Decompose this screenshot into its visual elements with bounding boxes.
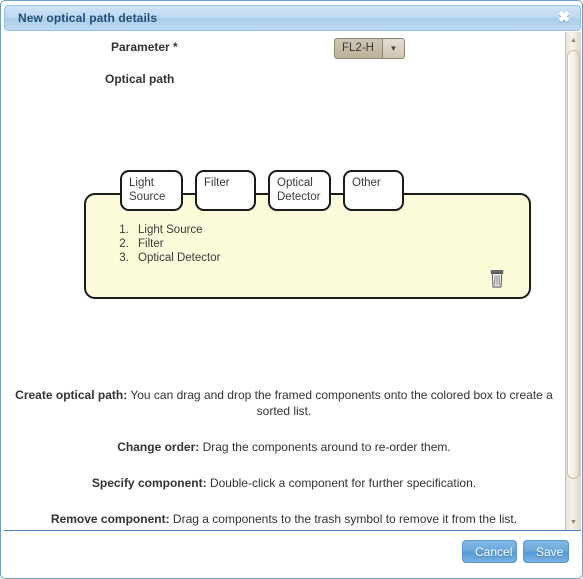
instructions-block: Create optical path: You can drag and dr… bbox=[10, 387, 558, 530]
new-optical-path-dialog: New optical path details ✖ Parameter * F… bbox=[0, 0, 583, 579]
palette-item-label: Light bbox=[129, 177, 154, 189]
palette-item-optical-detector[interactable]: Optical Detector bbox=[268, 170, 331, 211]
palette-item-label: Other bbox=[352, 177, 381, 189]
palette-item-filter[interactable]: Filter bbox=[195, 170, 256, 211]
instruction-text: You can drag and drop the framed compone… bbox=[127, 388, 553, 418]
list-item[interactable]: Filter bbox=[132, 238, 220, 252]
parameter-label: Parameter * bbox=[111, 40, 178, 54]
dialog-footer: Cancel Save bbox=[4, 531, 581, 576]
dialog-titlebar: New optical path details ✖ bbox=[4, 5, 581, 31]
parameter-select-value: FL2-H bbox=[335, 39, 383, 58]
chevron-down-icon: ▼ bbox=[382, 39, 404, 58]
palette-item-light-source[interactable]: Light Source bbox=[120, 170, 183, 211]
optical-path-label: Optical path bbox=[105, 72, 175, 86]
dialog-content: Parameter * FL2-H ▼ Optical path Light S… bbox=[4, 32, 565, 530]
instruction-specify-component: Specify component: Double-click a compon… bbox=[10, 475, 558, 491]
instruction-text: Double-click a component for further spe… bbox=[206, 476, 477, 490]
vertical-scrollbar[interactable]: ▲ ▼ bbox=[565, 32, 581, 530]
instruction-create-optical-path: Create optical path: You can drag and dr… bbox=[10, 387, 558, 419]
cancel-button[interactable]: Cancel bbox=[462, 540, 517, 563]
trash-icon[interactable] bbox=[490, 270, 504, 288]
dialog-title: New optical path details bbox=[18, 11, 158, 25]
list-item[interactable]: Optical Detector bbox=[132, 252, 220, 266]
instruction-text: Drag the components around to re-order t… bbox=[199, 440, 451, 454]
scroll-up-icon[interactable]: ▲ bbox=[566, 32, 581, 48]
instruction-title: Remove component: bbox=[50, 512, 170, 526]
optical-path-list: Light Source Filter Optical Detector bbox=[106, 224, 220, 266]
list-item[interactable]: Light Source bbox=[132, 224, 220, 238]
instruction-title: Specify component: bbox=[91, 476, 207, 490]
instruction-title: Change order: bbox=[117, 440, 200, 454]
palette-item-label: Optical bbox=[277, 177, 313, 189]
parameter-select[interactable]: FL2-H ▼ bbox=[334, 38, 405, 59]
palette-item-label: Filter bbox=[204, 177, 230, 189]
instruction-change-order: Change order: Drag the components around… bbox=[10, 439, 558, 455]
palette-item-label: Detector bbox=[277, 190, 321, 203]
scrollbar-thumb[interactable] bbox=[567, 50, 580, 479]
palette-item-other[interactable]: Other bbox=[343, 170, 404, 211]
instruction-title: Create optical path: bbox=[15, 388, 128, 402]
save-button[interactable]: Save bbox=[523, 540, 569, 563]
palette-item-label: Source bbox=[129, 190, 166, 203]
instruction-remove-component: Remove component: Drag a components to t… bbox=[10, 511, 558, 527]
close-icon[interactable]: ✖ bbox=[555, 9, 573, 27]
scroll-down-icon[interactable]: ▼ bbox=[566, 514, 581, 530]
instruction-text: Drag a components to the trash symbol to… bbox=[169, 512, 518, 526]
